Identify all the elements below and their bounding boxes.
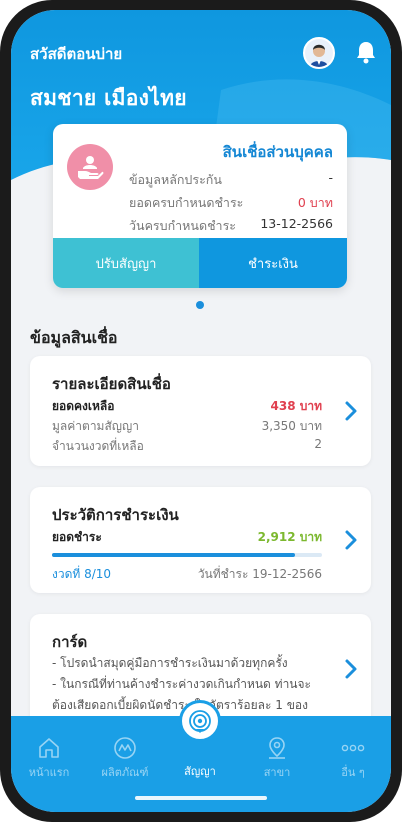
payment-progress-bar	[52, 553, 322, 557]
installment-row: งวดที่ 8/10 วันที่ชำระ 19-12-2566	[52, 565, 322, 583]
adjust-contract-button[interactable]: ปรับสัญญา	[53, 238, 199, 288]
due-amount-row: ยอดครบกำหนดชำระ 0 บาท	[129, 193, 333, 213]
remaining-balance-row: ยอดคงเหลือ 438 บาท	[52, 397, 322, 415]
due-date-label: วันครบกำหนดชำระ	[129, 218, 236, 233]
remaining-installments-row: จำนวนงวดที่เหลือ 2	[52, 437, 322, 455]
branch-location-icon	[269, 737, 285, 759]
notification-bell-icon[interactable]	[355, 40, 377, 64]
avatar[interactable]	[303, 37, 335, 69]
nav-home-label: หน้าแรก	[28, 766, 70, 779]
nav-contract-label: สัญญา	[184, 765, 216, 778]
due-date-value: 13-12-2566	[260, 216, 333, 231]
greeting-text: สวัสดีตอนบ่าย	[30, 45, 123, 63]
nav-contract[interactable]	[179, 700, 221, 742]
contract-value-row: มูลค่าตามสัญญา 3,350 บาท	[52, 417, 322, 435]
collateral-label: ข้อมูลหลักประกัน	[129, 172, 222, 187]
pay-button[interactable]: ชำระเงิน	[199, 238, 347, 288]
user-name: สมชาย เมืองไทย	[30, 86, 187, 110]
collateral-value: -	[328, 170, 333, 185]
payment-history-title: ประวัติการชำระเงิน	[52, 506, 179, 524]
nav-branch-label: สาขา	[263, 766, 291, 779]
home-icon	[39, 738, 59, 758]
payment-progress-fill	[52, 553, 295, 557]
nav-products-label: ผลิตภัณฑ์	[101, 766, 149, 779]
card-info-title: การ์ด	[52, 633, 88, 651]
remaining-balance-value: 438 บาท	[270, 399, 323, 413]
contract-value-value: 3,350 บาท	[261, 419, 322, 433]
products-icon	[114, 737, 136, 759]
nav-more[interactable]: อื่น ๆ	[315, 716, 391, 812]
remaining-balance-label: ยอดคงเหลือ	[52, 399, 115, 413]
card-info-line: - โปรดนำสมุดคู่มือการชำระเงินมาด้วยทุกคร…	[52, 656, 288, 670]
section-title: ข้อมูลสินเชื่อ	[30, 328, 118, 347]
chevron-right-icon[interactable]	[343, 658, 359, 680]
due-amount-label: ยอดครบกำหนดชำระ	[129, 195, 244, 210]
loan-type-title: สินเชื่อส่วนบุคคล	[222, 143, 333, 161]
loan-hand-icon	[67, 144, 113, 190]
chevron-right-icon[interactable]	[343, 529, 359, 551]
loan-details-card[interactable]: รายละเอียดสินเชื่อ ยอดคงเหลือ 438 บาท มู…	[30, 356, 371, 466]
paid-amount-row: ยอดชำระ 2,912 บาท	[52, 528, 322, 546]
loan-summary-card[interactable]: สินเชื่อส่วนบุคคล ข้อมูลหลักประกัน - ยอด…	[53, 124, 347, 288]
card-info-line: - ในกรณีที่ท่านค้างชำระค่างวดเกินกำหนด ท…	[52, 677, 311, 691]
loan-details-title: รายละเอียดสินเชื่อ	[52, 375, 171, 393]
chevron-right-icon[interactable]	[343, 400, 359, 422]
contract-icon	[189, 710, 211, 733]
payment-date: วันที่ชำระ 19-12-2566	[197, 567, 322, 581]
nav-home[interactable]: หน้าแรก	[11, 716, 87, 812]
app-screen: สวัสดีตอนบ่าย สมชาย เมืองไทย สินเชื่อส่ว…	[11, 10, 391, 812]
carousel-dot-active[interactable]	[196, 301, 204, 309]
loan-card-actions: ปรับสัญญา ชำระเงิน	[53, 238, 347, 288]
more-icon	[341, 744, 365, 752]
phone-frame: สวัสดีตอนบ่าย สมชาย เมืองไทย สินเชื่อส่ว…	[0, 0, 402, 822]
home-indicator	[135, 796, 267, 800]
paid-amount-value: 2,912 บาท	[257, 530, 322, 544]
due-amount-value: 0 บาท	[297, 195, 333, 210]
paid-amount-label: ยอดชำระ	[52, 530, 102, 544]
remaining-installments-value: 2	[314, 437, 322, 451]
collateral-row: ข้อมูลหลักประกัน -	[129, 170, 333, 190]
avatar-icon	[305, 39, 333, 67]
nav-more-label: อื่น ๆ	[341, 766, 365, 779]
payment-history-card[interactable]: ประวัติการชำระเงิน ยอดชำระ 2,912 บาท งวด…	[30, 487, 371, 593]
remaining-installments-label: จำนวนงวดที่เหลือ	[52, 439, 144, 453]
due-date-row: วันครบกำหนดชำระ 13-12-2566	[129, 216, 333, 236]
contract-value-label: มูลค่าตามสัญญา	[52, 419, 139, 433]
